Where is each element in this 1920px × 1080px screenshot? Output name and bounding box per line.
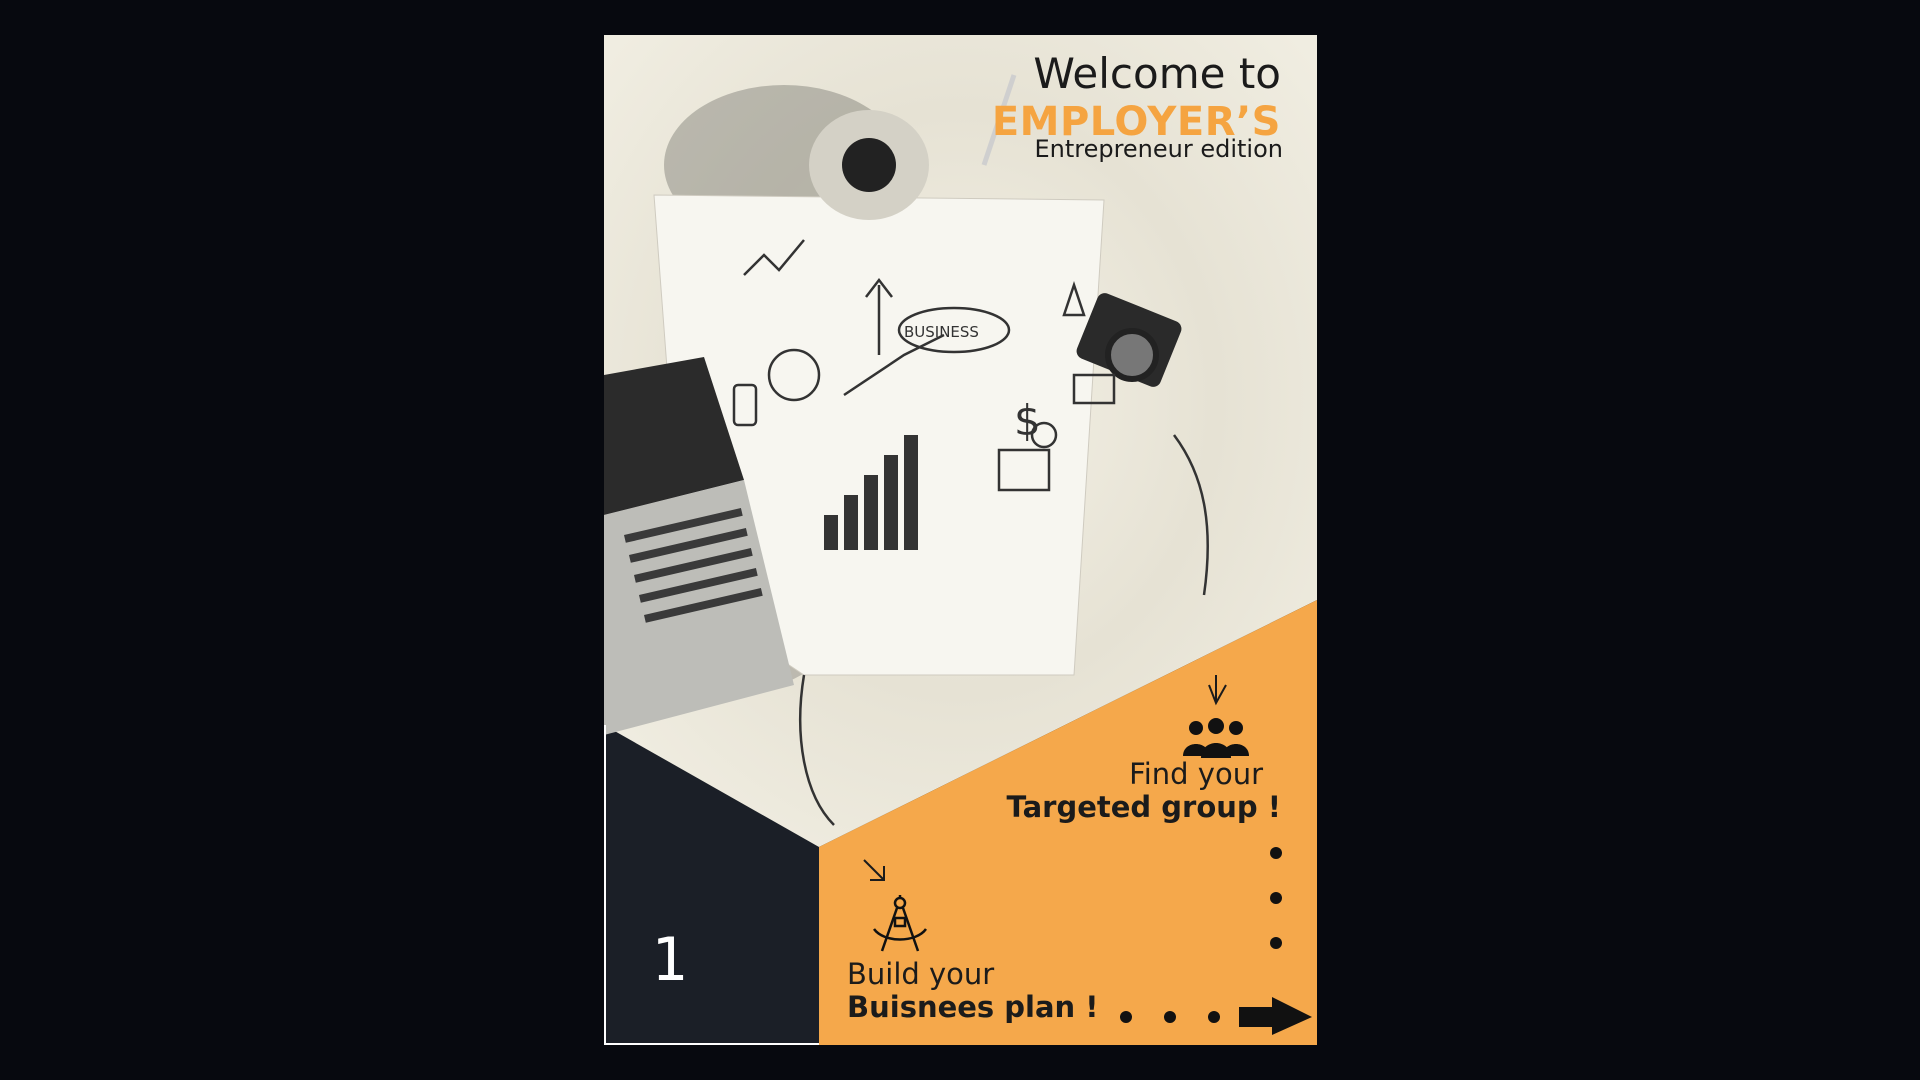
svg-text:BUSINESS: BUSINESS xyxy=(904,323,979,341)
svg-text:$: $ xyxy=(1014,396,1041,445)
edition-subtitle: Entrepreneur edition xyxy=(1034,135,1283,163)
group-icon xyxy=(1183,718,1249,758)
welcome-heading: Welcome to xyxy=(1033,49,1281,98)
page-number: 1 xyxy=(651,925,688,995)
step-2-line-2: Buisnees plan ! xyxy=(847,990,1099,1024)
compass-icon xyxy=(872,895,928,952)
step-1-line-2: Targeted group ! xyxy=(1006,790,1281,824)
step-1-line-1: Find your xyxy=(1129,757,1263,791)
poster: BUSINESS $ Welcome to EMPLOYER’S Entrepr… xyxy=(604,35,1317,1045)
poster-artwork: BUSINESS $ xyxy=(604,35,1317,1045)
step-2-line-1: Build your xyxy=(847,957,995,991)
